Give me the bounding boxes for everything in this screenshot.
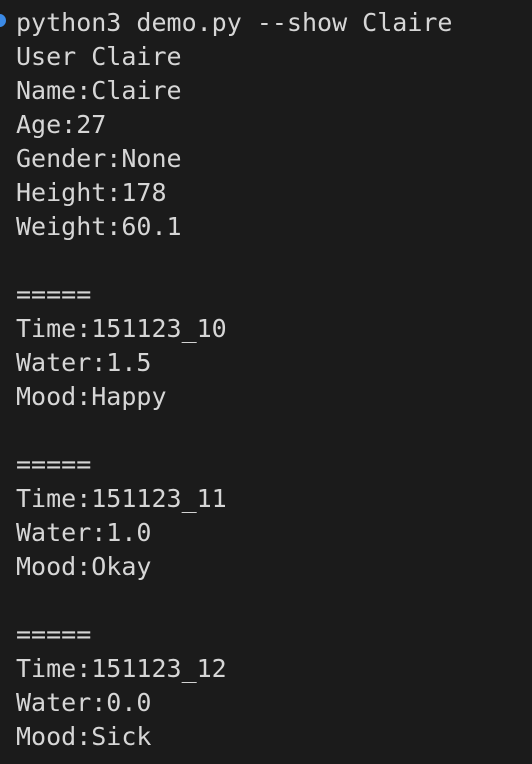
profile-name: Name:Claire	[16, 76, 182, 105]
profile-gender: Gender:None	[16, 144, 182, 173]
record-time: Time:151123_12	[16, 654, 227, 683]
profile-weight: Weight:60.1	[16, 212, 182, 241]
record-water: Water:0.0	[16, 688, 152, 717]
record-water: Water:1.0	[16, 518, 152, 547]
record-mood: Mood:Okay	[16, 552, 152, 581]
record-separator: =====	[16, 620, 92, 649]
command-line: python3 demo.py --show Claire	[16, 8, 453, 37]
profile-age: Age:27	[16, 110, 107, 139]
record-water: Water:1.5	[16, 348, 152, 377]
record-mood: Mood:Sick	[16, 722, 152, 751]
profile-height: Height:178	[16, 178, 167, 207]
record-time: Time:151123_10	[16, 314, 227, 343]
output-header: User Claire	[16, 42, 182, 71]
terminal-window[interactable]: python3 demo.py --show Claire User Clair…	[0, 0, 532, 764]
record-separator: =====	[16, 450, 92, 479]
command-status-icon	[0, 14, 6, 27]
record-time: Time:151123_11	[16, 484, 227, 513]
record-mood: Mood:Happy	[16, 382, 167, 411]
record-separator: =====	[16, 280, 92, 309]
